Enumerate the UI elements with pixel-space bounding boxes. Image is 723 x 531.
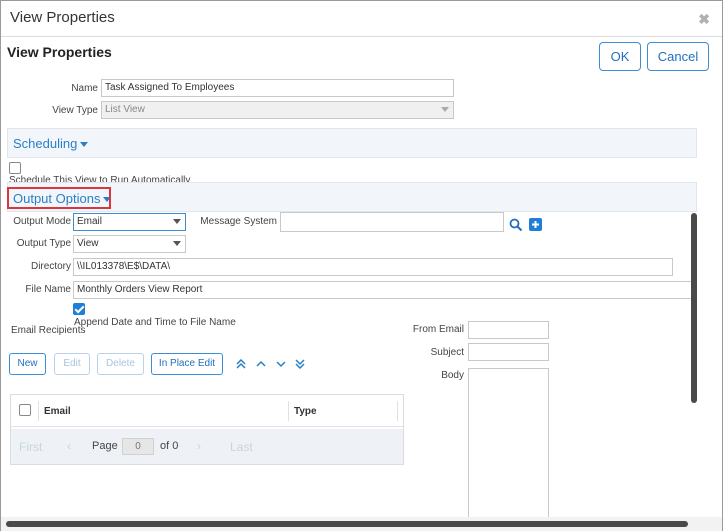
pager-of-label: of 0	[160, 440, 179, 452]
body-textarea[interactable]	[468, 368, 549, 518]
window-title: View Properties	[10, 9, 115, 26]
pager-last[interactable]: Last	[230, 440, 253, 454]
recipients-grid: Email Type First ‹ Page 0 of 0 › Last	[10, 394, 404, 465]
body-label: Body	[441, 370, 464, 381]
move-top-icon[interactable]	[236, 359, 246, 369]
subject-input[interactable]	[468, 343, 549, 361]
output-mode-select[interactable]: Email	[73, 213, 186, 231]
pager-page-input[interactable]: 0	[122, 438, 154, 455]
view-properties-dialog: View Properties ✖ View Properties OK Can…	[0, 0, 723, 531]
chevron-down-icon	[173, 219, 181, 224]
chevron-down-icon	[441, 107, 449, 112]
chevron-left-icon[interactable]: ‹	[67, 439, 71, 453]
file-name-input[interactable]: Monthly Orders View Report	[73, 281, 695, 299]
select-all-checkbox[interactable]	[19, 404, 31, 416]
chevron-right-icon[interactable]: ›	[197, 439, 201, 453]
output-type-value: View	[77, 238, 99, 249]
view-type-value: List View	[105, 104, 145, 115]
from-email-input[interactable]	[468, 321, 549, 339]
move-down-icon[interactable]	[276, 360, 286, 368]
in-place-edit-button[interactable]: In Place Edit	[151, 353, 223, 375]
append-date-label: Append Date and Time to File Name	[74, 317, 236, 328]
grid-pager: First ‹ Page 0 of 0 › Last	[11, 429, 403, 464]
chevron-down-icon	[173, 241, 181, 246]
scheduling-toggle[interactable]: Scheduling	[13, 136, 89, 151]
subject-label: Subject	[430, 347, 464, 358]
column-divider	[397, 401, 398, 421]
column-divider	[288, 401, 289, 421]
column-email[interactable]: Email	[44, 406, 71, 417]
append-date-checkbox[interactable]	[73, 303, 85, 315]
edit-button[interactable]: Edit	[54, 353, 90, 375]
view-type-select: List View	[101, 101, 454, 119]
column-divider	[38, 401, 39, 421]
close-icon[interactable]: ✖	[698, 11, 710, 28]
name-input[interactable]: Task Assigned To Employees	[101, 79, 454, 97]
output-mode-label: Output Mode	[13, 216, 71, 227]
directory-label: Directory	[30, 261, 71, 272]
scheduling-section-header: Scheduling	[7, 128, 697, 158]
vertical-scrollbar[interactable]	[691, 213, 697, 403]
grid-header: Email Type	[11, 395, 403, 427]
name-label: Name	[71, 83, 98, 94]
add-icon[interactable]	[529, 218, 542, 231]
ok-button[interactable]: OK	[599, 42, 641, 71]
delete-button[interactable]: Delete	[97, 353, 144, 375]
new-button[interactable]: New	[9, 353, 46, 375]
schedule-checkbox[interactable]	[9, 162, 21, 174]
message-system-label: Message System	[200, 216, 277, 227]
caret-down-icon	[80, 142, 89, 148]
output-mode-value: Email	[77, 216, 103, 227]
page-title: View Properties	[7, 44, 112, 60]
title-bar: View Properties ✖	[1, 1, 722, 37]
pager-page-label: Page	[92, 440, 118, 452]
highlight-box	[7, 187, 111, 209]
horizontal-scrollbar[interactable]	[6, 521, 688, 527]
move-bottom-icon[interactable]	[295, 359, 305, 369]
file-name-label: File Name	[25, 284, 71, 295]
output-type-label: Output Type	[16, 238, 71, 249]
output-type-select[interactable]: View	[73, 235, 186, 253]
from-email-label: From Email	[412, 324, 464, 335]
column-type[interactable]: Type	[294, 406, 317, 417]
view-type-label: View Type	[52, 105, 98, 116]
email-recipients-label: Email Recipients	[11, 325, 86, 336]
message-system-input[interactable]	[280, 212, 504, 232]
scheduling-title: Scheduling	[13, 136, 78, 151]
cancel-button[interactable]: Cancel	[647, 42, 709, 71]
move-up-icon[interactable]	[256, 360, 266, 368]
directory-input[interactable]: \\IL013378\E$\DATA\	[73, 258, 673, 276]
pager-first[interactable]: First	[19, 440, 42, 454]
search-icon[interactable]	[509, 218, 523, 232]
